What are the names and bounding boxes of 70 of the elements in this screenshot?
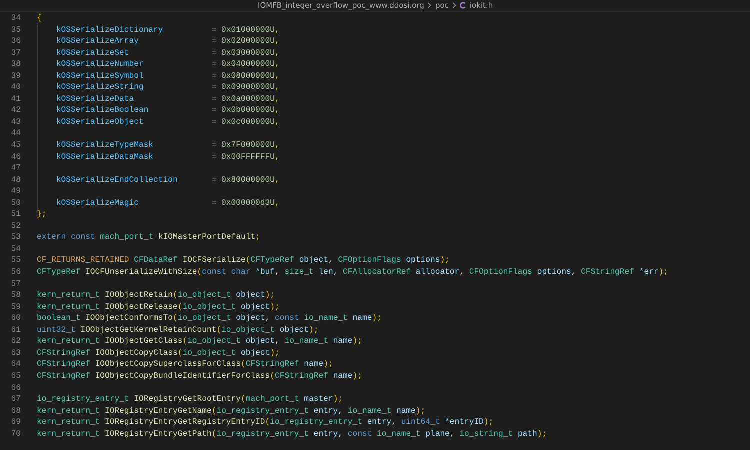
- line-number: 34: [10, 13, 21, 25]
- line-number: 39: [10, 70, 21, 82]
- line-number: 48: [10, 174, 21, 186]
- line-number: 63: [10, 348, 21, 360]
- code-line: kern_return_t IOObjectGetClass(io_object_t object, io_name_t name);: [37, 336, 362, 348]
- code-line: io_registry_entry_t IORegistryGetRootEntry(mach_port_t master);: [37, 394, 344, 406]
- code-line: kern_return_t IORegistryEntryGetPath(io_registry_entry_t entry, const io_name_t plane, io_string_t path);: [37, 428, 548, 440]
- code-line: };: [37, 209, 47, 221]
- code-line: kOSSerializeNumber = 0x04000000U,: [56, 59, 280, 71]
- code-line: boolean_t IOObjectConformsTo(io_object_t object, const io_name_t name);: [37, 313, 382, 325]
- chevron-icon: [427, 2, 432, 9]
- code-line: CFStringRef IOObjectCopySuperclassForClass(CFStringRef name);: [37, 359, 334, 371]
- code-line: kOSSerializeEndCollection = 0x80000000U,: [56, 174, 280, 186]
- line-number: 51: [10, 209, 21, 221]
- line-number: 56: [10, 267, 21, 279]
- line-number: 46: [10, 152, 21, 164]
- line-number: 66: [10, 382, 21, 394]
- code-line: CFTypeRef IOCFUnserializeWithSize(const char *buf, size_t len, CFAllocatorRef allocator, CFOptionFlags options, CFStringRef *err);: [37, 267, 669, 279]
- code-line: kOSSerializeDataMask = 0x00FFFFFFU,: [56, 152, 280, 164]
- line-number: 67: [10, 394, 21, 406]
- code-line: uint32_t IOObjectGetKernelRetainCount(io_object_t object);: [37, 324, 319, 336]
- code-line: {: [37, 13, 42, 25]
- code-line: extern const mach_port_t kIOMasterPortDefault;: [37, 232, 260, 244]
- code-line: kOSSerializeObject = 0x0c000000U,: [56, 116, 280, 128]
- code-line: kern_return_t IOObjectRetain(io_object_t object);: [37, 290, 276, 302]
- code-line: kOSSerializeString = 0x09000000U,: [56, 82, 280, 94]
- code-line: CFStringRef IOObjectCopyClass(io_object_t object);: [37, 348, 280, 360]
- line-number: 64: [10, 359, 21, 371]
- code-line: kOSSerializeSet = 0x03000000U,: [56, 48, 280, 60]
- line-number: 40: [10, 82, 21, 94]
- line-number: 38: [10, 59, 21, 71]
- code-line: kern_return_t IORegistryEntryGetRegistryEntryID(io_registry_entry_t entry, uint64_t *entryID);: [37, 417, 494, 429]
- line-number: 49: [10, 186, 21, 198]
- code-line: kOSSerializeTypeMask = 0x7F000000U,: [56, 140, 280, 152]
- line-number: 41: [10, 94, 21, 106]
- line-number: 58: [10, 290, 21, 302]
- line-number: 36: [10, 36, 21, 48]
- code-line: CF_RETURNS_RETAINED CFDataRef IOCFSerialize(CFTypeRef object, CFOptionFlags options);: [37, 255, 450, 268]
- code-line: kOSSerializeBoolean = 0x0b000000U,: [56, 105, 280, 117]
- line-number: 54: [10, 244, 21, 256]
- code-line: kOSSerializeData = 0x0a000000U,: [56, 94, 280, 106]
- code-line: kOSSerializeDictionary = 0x01000000U,: [56, 24, 280, 36]
- code-line: kern_return_t IOObjectRelease(io_object_t object);: [37, 302, 280, 314]
- chevron-icon: [452, 2, 457, 9]
- line-number: 65: [10, 370, 21, 382]
- line-number: 53: [10, 232, 21, 244]
- line-number: 47: [10, 163, 21, 175]
- line-number: 62: [10, 336, 21, 348]
- code-line: kOSSerializeMagic = 0x000000d3U,: [56, 198, 280, 210]
- line-number: 69: [10, 417, 21, 429]
- line-number: 35: [10, 24, 21, 36]
- line-number: 57: [10, 278, 21, 290]
- code-line: kern_return_t IORegistryEntryGetName(io_registry_entry_t entry, io_name_t name);: [37, 406, 426, 418]
- line-number: 55: [10, 255, 21, 268]
- line-number: 37: [10, 48, 21, 60]
- line-number: 43: [10, 116, 21, 128]
- line-number: 70: [10, 428, 21, 440]
- code-line: kOSSerializeArray = 0x02000000U,: [56, 36, 280, 48]
- line-number: 60: [10, 313, 21, 325]
- line-number: 68: [10, 406, 21, 418]
- code-line: CFStringRef IOObjectCopyBundleIdentifierForClass(CFStringRef name);: [37, 370, 362, 382]
- line-number: 59: [10, 302, 21, 314]
- code-line: kOSSerializeSymbol = 0x08000000U,: [56, 70, 280, 82]
- line-number: 61: [10, 324, 21, 336]
- line-number: 52: [10, 220, 21, 232]
- line-number: 44: [10, 128, 21, 140]
- line-number: 42: [10, 105, 21, 117]
- file-type-icon: [460, 2, 467, 9]
- line-number: 50: [10, 198, 21, 210]
- line-number: 45: [10, 140, 21, 152]
